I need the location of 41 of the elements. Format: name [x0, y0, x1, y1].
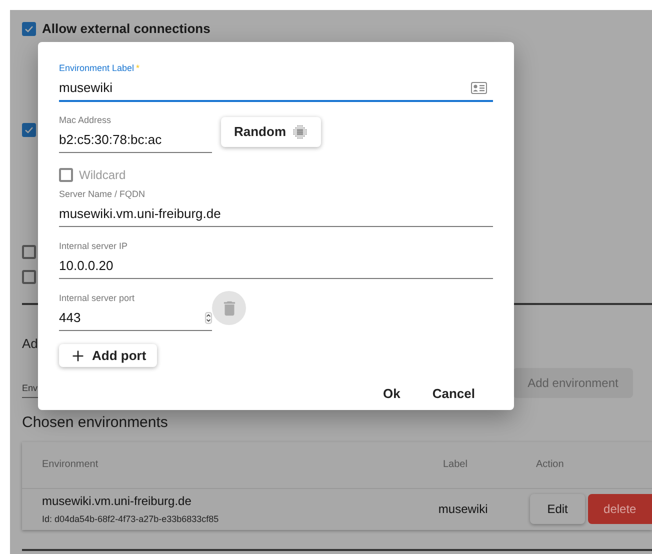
- input-field[interactable]: Internal server IP 10.0.0.20: [59, 241, 493, 279]
- field-value: 443: [59, 309, 82, 328]
- input-field[interactable]: Mac Address b2:c5:30:78:bc:ac: [59, 115, 212, 153]
- edit-button[interactable]: Edit: [530, 494, 585, 524]
- id-card-icon: [471, 82, 487, 94]
- check-icon: [24, 24, 34, 34]
- required-mark: *: [136, 63, 140, 73]
- field-value: musewiki: [59, 79, 114, 98]
- spinner-icon[interactable]: [205, 312, 212, 324]
- environment-name: musewiki.vm.uni-freiburg.de: [42, 492, 192, 510]
- input-field[interactable]: Internal server port 443: [59, 293, 212, 331]
- checkbox[interactable]: [22, 244, 36, 258]
- checkbox[interactable]: [59, 168, 73, 182]
- check-icon: [24, 124, 34, 134]
- random-button[interactable]: Random: [221, 117, 321, 147]
- field-value: musewiki.vm.uni-freiburg.de: [59, 205, 222, 224]
- plus-icon: [70, 348, 86, 364]
- field-label: Internal server IP: [59, 241, 129, 252]
- field-label: Environment Label *: [59, 63, 141, 74]
- field-label: Server Name / FQDN: [59, 189, 146, 200]
- section-heading: Ad: [22, 334, 38, 352]
- column-header: Action: [536, 458, 564, 472]
- checkbox-label: Allow external connections: [42, 20, 210, 38]
- field-value: 10.0.0.20: [59, 257, 114, 276]
- label-cell-text: musewiki: [438, 501, 489, 518]
- input-field[interactable]: Server Name / FQDN musewiki.vm.uni-freiburg.de: [59, 189, 493, 227]
- checkbox[interactable]: [22, 22, 36, 36]
- environment-id: Id: d04da54b-68f2-4f73-a27b-e33b6833cf85: [42, 512, 220, 526]
- checkbox[interactable]: [22, 270, 36, 284]
- add-port-button[interactable]: Add port: [59, 344, 158, 367]
- checkbox[interactable]: [22, 122, 36, 136]
- input-field[interactable]: Environment Label * musewiki: [59, 63, 493, 102]
- field-label: Mac Address: [59, 115, 112, 126]
- field-label: Internal server port: [59, 293, 136, 304]
- column-header: Label: [443, 458, 468, 472]
- field-value: b2:c5:30:78:bc:ac: [59, 131, 163, 150]
- checkbox-label: Wildcard: [79, 167, 126, 184]
- section-heading: Chosen environments: [22, 414, 169, 432]
- dialog-action-button[interactable]: Cancel: [418, 378, 489, 410]
- column-header: Environment: [41, 458, 100, 472]
- dialog-action-button[interactable]: Ok: [369, 378, 414, 410]
